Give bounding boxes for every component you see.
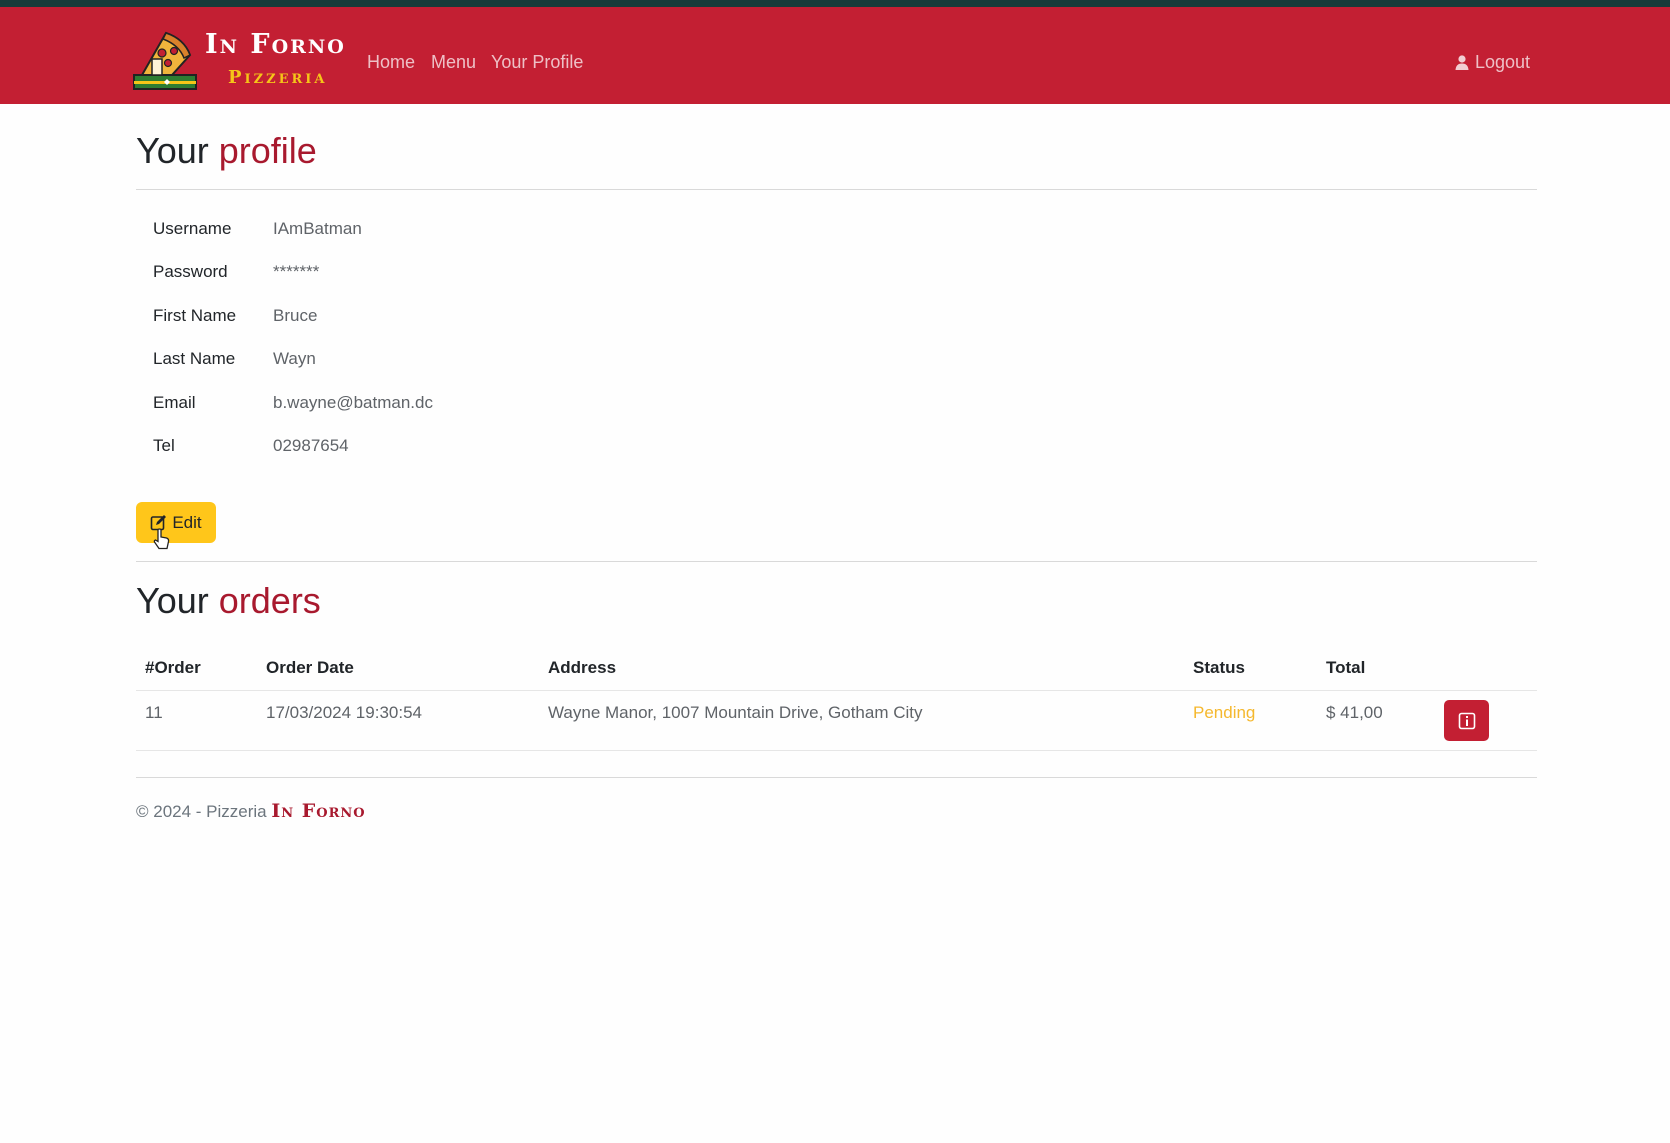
brand-subtitle[interactable]: Pizzeria <box>228 67 327 88</box>
column-header-order-date: Order Date <box>266 658 354 677</box>
tel-value: 02987654 <box>273 436 349 455</box>
pointer-cursor-icon <box>153 528 170 550</box>
divider <box>136 189 1537 190</box>
logout-link[interactable]: Logout <box>1455 52 1530 73</box>
email-value: b.wayne@batman.dc <box>273 393 433 412</box>
nav-menu[interactable]: Menu <box>431 52 476 73</box>
footer: © 2024 - Pizzeria In Forno <box>136 800 366 822</box>
order-total: $ 41,00 <box>1326 703 1383 722</box>
orders-title-accent: orders <box>218 580 321 621</box>
pizza-logo-icon[interactable] <box>132 25 200 93</box>
table-bottom-divider <box>136 750 1537 751</box>
email-label: Email <box>153 393 196 412</box>
column-header-total: Total <box>1326 658 1366 677</box>
order-details-button[interactable] <box>1444 700 1489 741</box>
nav-home[interactable]: Home <box>367 52 415 73</box>
table-header-divider <box>136 690 1537 691</box>
first-name-label: First Name <box>153 306 237 325</box>
nav-your-profile[interactable]: Your Profile <box>491 52 583 73</box>
profile-title-prefix: Your <box>136 130 209 171</box>
column-header-address: Address <box>548 658 617 677</box>
last-name-value: Wayn <box>273 349 316 368</box>
order-status: Pending <box>1193 703 1256 722</box>
order-number: 11 <box>145 703 163 722</box>
edit-profile-button[interactable]: Edit <box>136 502 216 543</box>
first-name-value: Bruce <box>273 306 318 325</box>
password-value: ******* <box>273 262 320 281</box>
footer-copyright: © 2024 - Pizzeria <box>136 802 267 821</box>
footer-divider <box>136 777 1537 778</box>
orders-title-prefix: Your <box>136 580 209 621</box>
username-value: IAmBatman <box>273 219 362 238</box>
edit-label: Edit <box>172 512 202 532</box>
footer-brand: In Forno <box>271 800 366 822</box>
logout-label: Logout <box>1475 52 1531 72</box>
info-icon <box>1458 712 1475 729</box>
top-stripe <box>0 0 1670 7</box>
order-address: Wayne Manor, 1007 Mountain Drive, Gotham… <box>548 703 923 722</box>
tel-label: Tel <box>153 436 175 455</box>
orders-title: Your orders <box>136 580 321 622</box>
profile-title: Your profile <box>136 130 317 172</box>
brand-name[interactable]: In Forno <box>205 29 346 60</box>
password-label: Password <box>153 262 228 281</box>
navbar: In Forno Pizzeria Home Menu Your Profile… <box>0 7 1670 104</box>
column-header-status: Status <box>1193 658 1245 677</box>
divider <box>136 561 1537 562</box>
order-date: 17/03/2024 19:30:54 <box>266 703 422 722</box>
column-header-order: #Order <box>145 658 201 677</box>
profile-title-accent: profile <box>218 130 317 171</box>
last-name-label: Last Name <box>153 349 236 368</box>
username-label: Username <box>153 219 232 238</box>
user-icon <box>1455 55 1469 70</box>
